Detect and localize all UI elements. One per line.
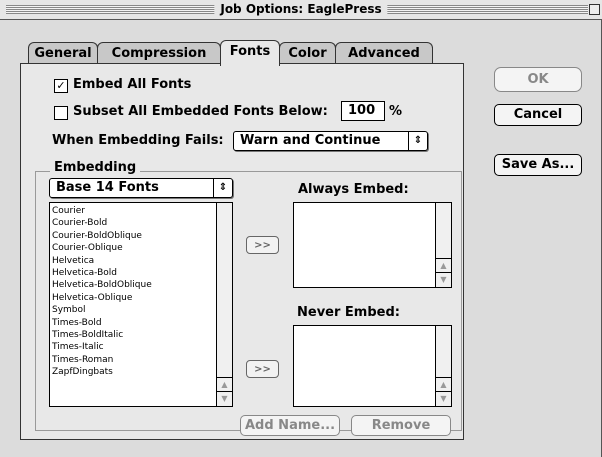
scroll-up-icon[interactable]: ▲ (436, 258, 451, 273)
percent-unit: % (389, 104, 403, 119)
font-list-scrollbar[interactable]: ▲ ▼ (216, 203, 232, 406)
save-as-button[interactable]: Save As... (494, 154, 582, 176)
font-list-item[interactable]: Courier (52, 205, 216, 217)
subset-fonts-checkbox[interactable] (54, 106, 68, 120)
embedding-group-title: Embedding (50, 160, 141, 175)
font-list-item[interactable]: Helvetica-Oblique (52, 292, 216, 304)
never-embed-list[interactable]: ▲ ▼ (293, 325, 452, 407)
remove-button[interactable]: Remove (351, 415, 451, 436)
font-list-item[interactable]: Times-Bold (52, 317, 216, 329)
scroll-down-icon[interactable]: ▼ (436, 272, 451, 287)
embedding-fails-popup[interactable]: Warn and Continue ⇕ (233, 131, 428, 151)
embed-all-fonts-label: Embed All Fonts (73, 77, 192, 92)
checkmark-icon: ✓ (56, 79, 66, 92)
subset-fonts-label: Subset All Embedded Fonts Below: (73, 104, 328, 119)
font-list-item[interactable]: Helvetica-BoldOblique (52, 279, 216, 291)
popup-arrows-icon: ⇕ (408, 132, 427, 150)
scroll-up-icon[interactable]: ▲ (436, 377, 451, 392)
font-list-item[interactable]: ZapfDingbats (52, 366, 216, 378)
font-list-item[interactable]: Times-Italic (52, 341, 216, 353)
font-list-items: Courier Courier-Bold Courier-BoldOblique Co… (52, 205, 216, 379)
add-to-always-embed-button[interactable]: >> (246, 236, 279, 254)
add-name-button[interactable]: Add Name... (240, 415, 340, 436)
always-embed-scrollbar[interactable]: ▲ ▼ (435, 203, 451, 287)
never-embed-label: Never Embed: (297, 305, 400, 320)
font-source-popup[interactable]: Base 14 Fonts ⇕ (49, 178, 233, 198)
embedding-fails-label: When Embedding Fails: (52, 133, 224, 148)
font-list-item[interactable]: Helvetica (52, 255, 216, 267)
subset-percent-input[interactable]: 100 (341, 101, 385, 121)
font-list-item[interactable]: Courier-Bold (52, 217, 216, 229)
embedding-fails-value: Warn and Continue (240, 133, 381, 148)
add-to-never-embed-button[interactable]: >> (246, 360, 279, 378)
always-embed-label: Always Embed: (298, 182, 409, 197)
embed-all-fonts-checkbox[interactable]: ✓ (54, 79, 68, 93)
available-fonts-list[interactable]: Courier Courier-Bold Courier-BoldOblique Co… (49, 202, 233, 407)
ok-button[interactable]: OK (494, 67, 582, 92)
scroll-down-icon[interactable]: ▼ (217, 391, 232, 406)
font-list-item[interactable]: Times-BoldItalic (52, 329, 216, 341)
font-list-item[interactable]: Courier-BoldOblique (52, 230, 216, 242)
font-list-item[interactable]: Helvetica-Bold (52, 267, 216, 279)
font-list-item[interactable]: Symbol (52, 304, 216, 316)
font-list-item[interactable]: Courier-Oblique (52, 242, 216, 254)
font-list-item[interactable]: Times-Roman (52, 354, 216, 366)
cancel-button[interactable]: Cancel (494, 104, 582, 126)
never-embed-scrollbar[interactable]: ▲ ▼ (435, 326, 451, 406)
dialog-window: Job Options: EaglePress General Compress… (0, 0, 602, 457)
scroll-down-icon[interactable]: ▼ (436, 391, 451, 406)
popup-arrows-icon: ⇕ (213, 179, 232, 197)
always-embed-list[interactable]: ▲ ▼ (293, 202, 452, 288)
font-source-value: Base 14 Fonts (56, 180, 159, 195)
scroll-up-icon[interactable]: ▲ (217, 377, 232, 392)
